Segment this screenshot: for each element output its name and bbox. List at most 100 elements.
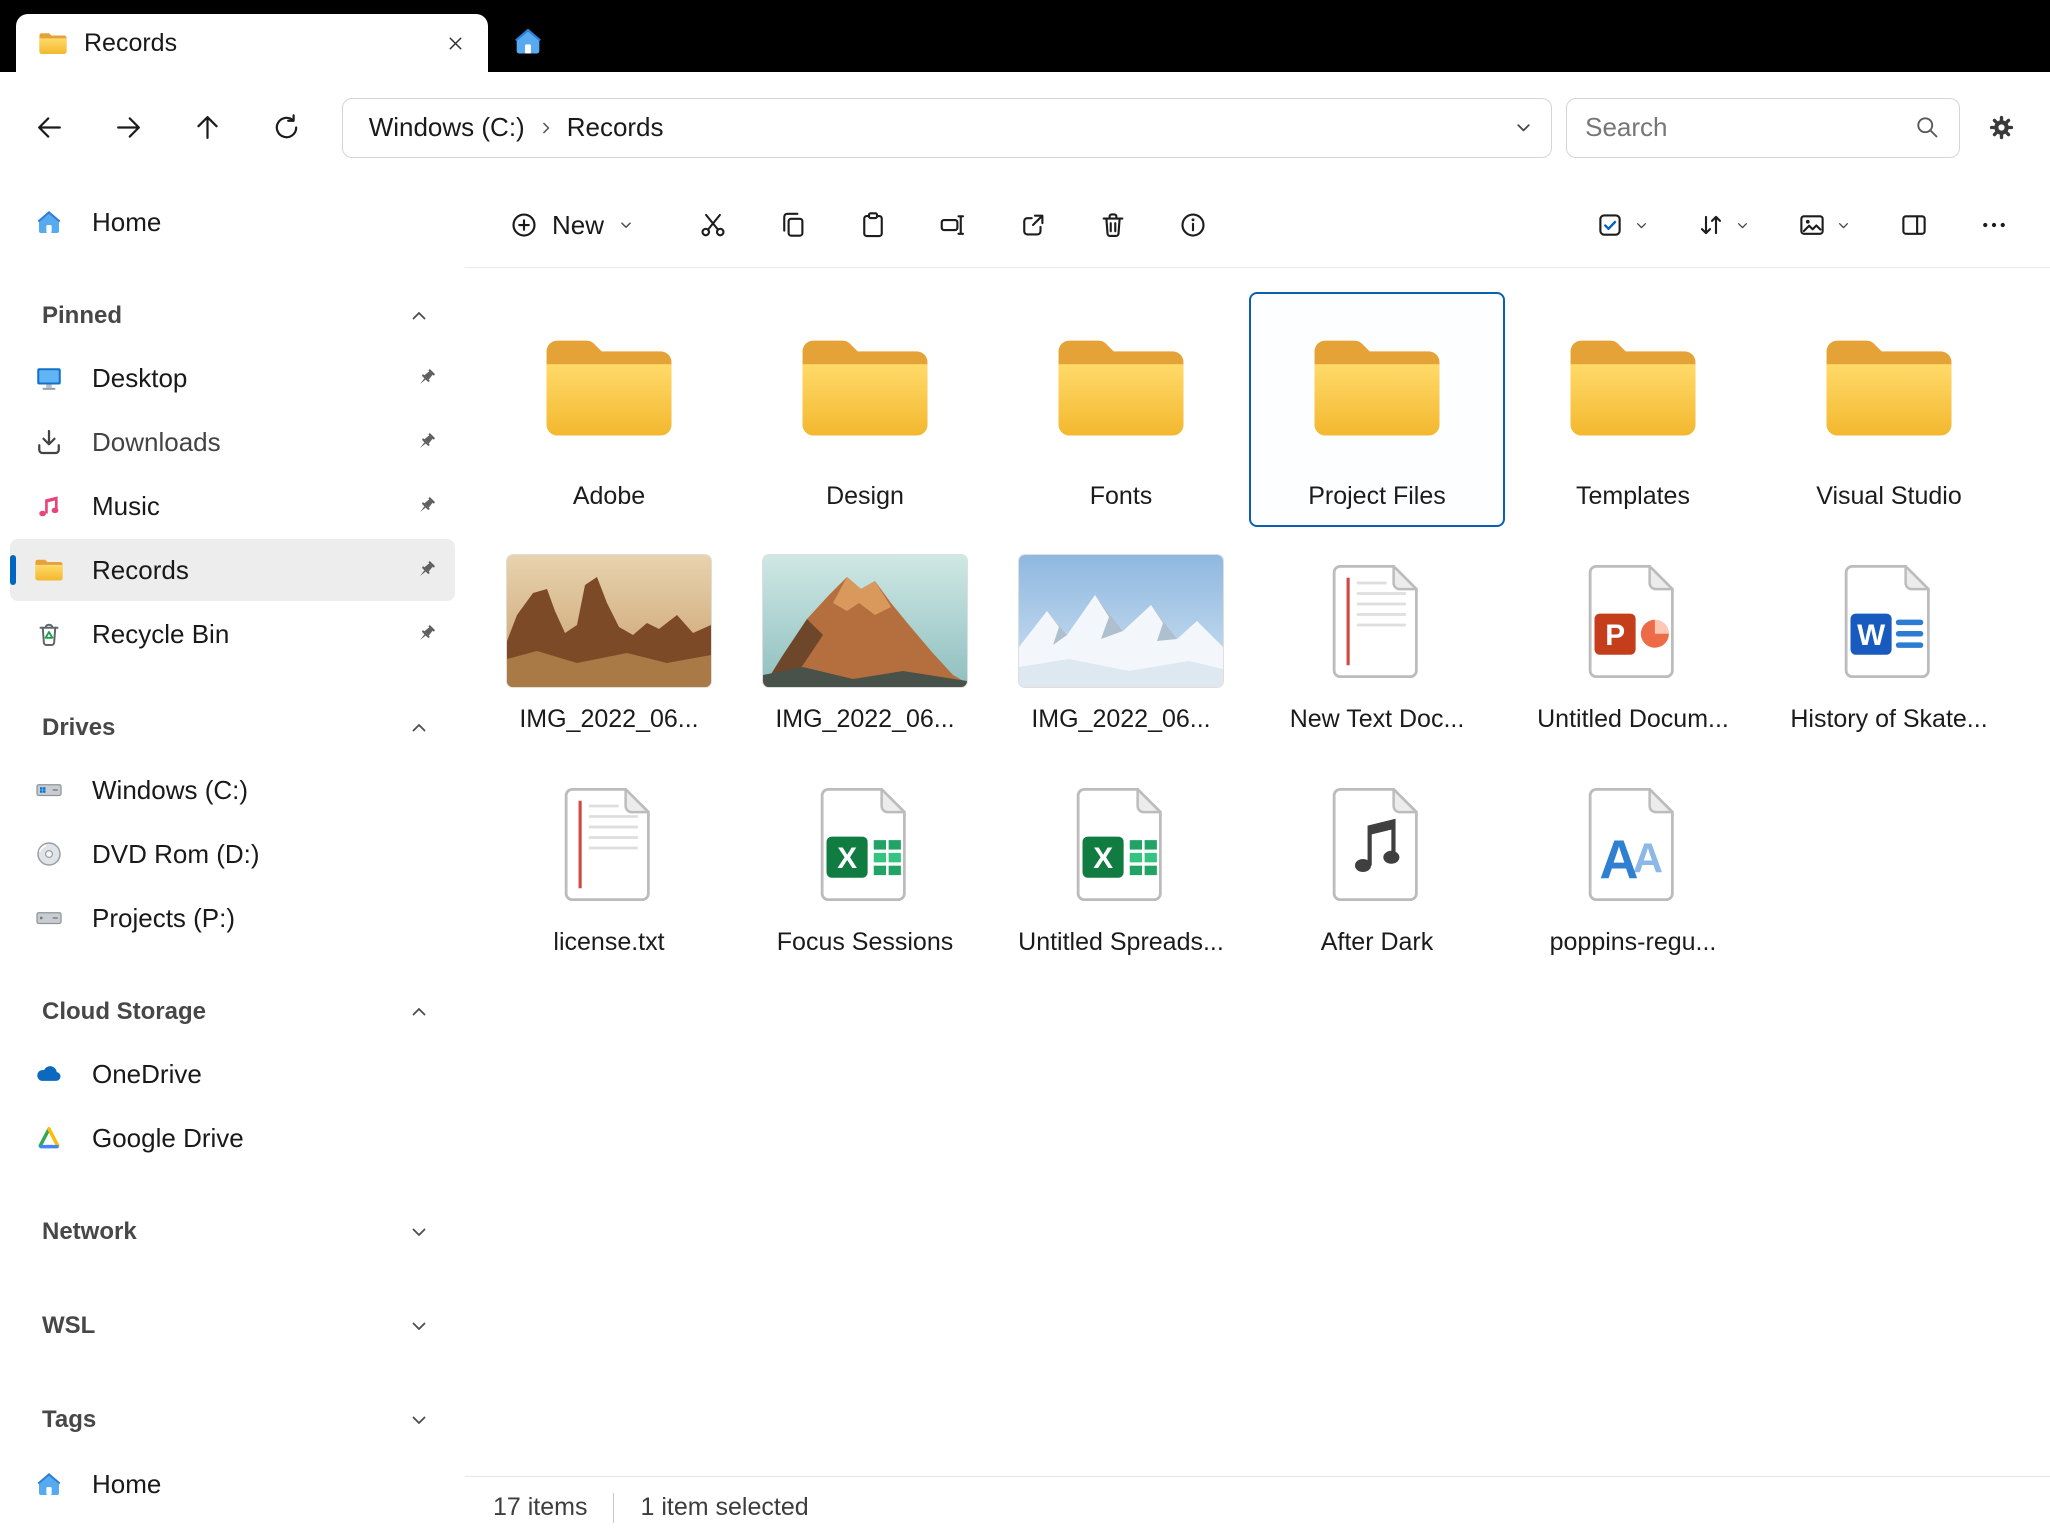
file-tile[interactable]: poppins-regu...	[1505, 758, 1761, 973]
folder-icon	[34, 555, 64, 585]
sidebar-item-records[interactable]: Records	[10, 539, 455, 601]
sidebar-item-label: Home	[92, 206, 162, 237]
rename-icon	[938, 210, 968, 240]
sidebar-section-pinned[interactable]: Pinned	[10, 285, 455, 347]
details-pane-button[interactable]	[1884, 195, 1944, 255]
address-bar[interactable]: Windows (C:) Records	[341, 97, 1553, 158]
sidebar: Home Pinned Desktop Downloads Music Reco…	[0, 183, 465, 1538]
sidebar-section-cloud-storage[interactable]: Cloud Storage	[10, 981, 455, 1043]
pin-icon	[413, 493, 439, 519]
explorer-tab[interactable]: Records	[16, 14, 488, 72]
file-tile[interactable]: Untitled Docum...	[1505, 535, 1761, 750]
folder-icon	[38, 31, 68, 56]
file-tile[interactable]: IMG_2022_06...	[737, 535, 993, 750]
sidebar-item-google-drive[interactable]: Google Drive	[10, 1107, 455, 1169]
settings-button[interactable]	[1972, 99, 2030, 157]
forward-button[interactable]	[99, 98, 159, 158]
chevron-down-icon[interactable]	[407, 1314, 431, 1338]
sort-icon	[1696, 210, 1726, 240]
trash-icon	[1098, 210, 1128, 240]
file-tile[interactable]: Design	[737, 292, 993, 527]
file-label: Untitled Docum...	[1537, 705, 1729, 733]
sidebar-item-desktop[interactable]: Desktop	[10, 347, 455, 409]
file-tile[interactable]: History of Skate...	[1761, 535, 2017, 750]
back-button[interactable]	[20, 98, 80, 158]
cut-button[interactable]	[683, 195, 743, 255]
sidebar-section-drives[interactable]: Drives	[10, 697, 455, 759]
snow-photo-thumbnail	[1019, 555, 1223, 687]
file-tile[interactable]: After Dark	[1249, 758, 1505, 973]
address-dropdown-chevron-icon[interactable]	[1512, 116, 1535, 139]
file-label: license.txt	[553, 928, 665, 956]
file-tile-selected[interactable]: Project Files	[1249, 292, 1505, 527]
search-box[interactable]	[1566, 97, 1961, 158]
info-button[interactable]	[1163, 195, 1223, 255]
file-label: Adobe	[572, 482, 646, 510]
copy-button[interactable]	[763, 195, 823, 255]
breadcrumb-current[interactable]: Records	[561, 109, 670, 146]
chevron-up-icon[interactable]	[407, 1000, 431, 1024]
file-tile[interactable]: Focus Sessions	[737, 758, 993, 973]
refresh-button[interactable]	[257, 98, 317, 158]
folder-icon	[1820, 332, 1958, 444]
sidebar-item-music[interactable]: Music	[10, 475, 455, 537]
dvd-drive-icon	[34, 839, 64, 869]
more-options-button[interactable]	[1964, 195, 2024, 255]
file-tile[interactable]: IMG_2022_06...	[993, 535, 1249, 750]
onedrive-icon	[34, 1059, 64, 1089]
chevron-down-icon[interactable]	[407, 1220, 431, 1244]
pin-icon	[413, 365, 439, 391]
more-icon	[1979, 210, 2009, 240]
up-button[interactable]	[178, 98, 238, 158]
sidebar-item-recycle-bin[interactable]: Recycle Bin	[10, 603, 455, 665]
back-icon	[34, 112, 65, 143]
file-label: Untitled Spreads...	[1018, 928, 1224, 956]
sidebar-item-windows-c[interactable]: Windows (C:)	[10, 759, 455, 821]
sidebar-item-home[interactable]: Home	[10, 191, 455, 253]
sidebar-item-home-bottom[interactable]: Home	[10, 1453, 455, 1515]
recycle-bin-icon	[34, 619, 64, 649]
sidebar-section-wsl[interactable]: WSL	[10, 1295, 455, 1357]
file-tile[interactable]: Fonts	[993, 292, 1249, 527]
folder-icon	[540, 332, 678, 444]
word-file-icon	[1840, 562, 1938, 681]
sidebar-item-projects-p[interactable]: Projects (P:)	[10, 887, 455, 949]
downloads-icon	[34, 427, 64, 457]
sidebar-item-onedrive[interactable]: OneDrive	[10, 1043, 455, 1105]
sidebar-item-downloads[interactable]: Downloads	[10, 411, 455, 473]
pin-icon	[413, 621, 439, 647]
breadcrumb-root[interactable]: Windows (C:)	[363, 109, 531, 146]
chevron-down-icon	[1734, 217, 1751, 234]
file-tile[interactable]: license.txt	[481, 758, 737, 973]
rename-button[interactable]	[923, 195, 983, 255]
view-button[interactable]	[1785, 195, 1864, 255]
paste-button[interactable]	[843, 195, 903, 255]
search-input[interactable]	[1585, 112, 1915, 143]
file-tile[interactable]: New Text Doc...	[1249, 535, 1505, 750]
home-tab-button[interactable]	[502, 15, 554, 67]
font-file-icon	[1584, 785, 1682, 904]
status-divider	[613, 1492, 615, 1523]
file-tile[interactable]: IMG_2022_06...	[481, 535, 737, 750]
chevron-down-icon[interactable]	[407, 1408, 431, 1432]
file-label: Focus Sessions	[776, 928, 954, 956]
share-button[interactable]	[1003, 195, 1063, 255]
paste-icon	[858, 210, 888, 240]
sidebar-section-network[interactable]: Network	[10, 1201, 455, 1263]
tab-close-button[interactable]	[436, 24, 474, 62]
sidebar-section-tags[interactable]: Tags	[10, 1389, 455, 1451]
file-tile[interactable]: Untitled Spreads...	[993, 758, 1249, 973]
file-tile[interactable]: Templates	[1505, 292, 1761, 527]
chevron-up-icon[interactable]	[407, 716, 431, 740]
delete-button[interactable]	[1083, 195, 1143, 255]
file-tile[interactable]: Adobe	[481, 292, 737, 527]
powerpoint-file-icon	[1584, 562, 1682, 681]
chevron-up-icon[interactable]	[407, 304, 431, 328]
chevron-down-icon	[1835, 217, 1852, 234]
new-button[interactable]: New	[493, 196, 651, 254]
file-tile[interactable]: Visual Studio	[1761, 292, 2017, 527]
sort-button[interactable]	[1684, 195, 1763, 255]
select-button[interactable]	[1583, 195, 1662, 255]
sidebar-item-dvd-rom[interactable]: DVD Rom (D:)	[10, 823, 455, 885]
gear-icon	[1986, 112, 2017, 143]
